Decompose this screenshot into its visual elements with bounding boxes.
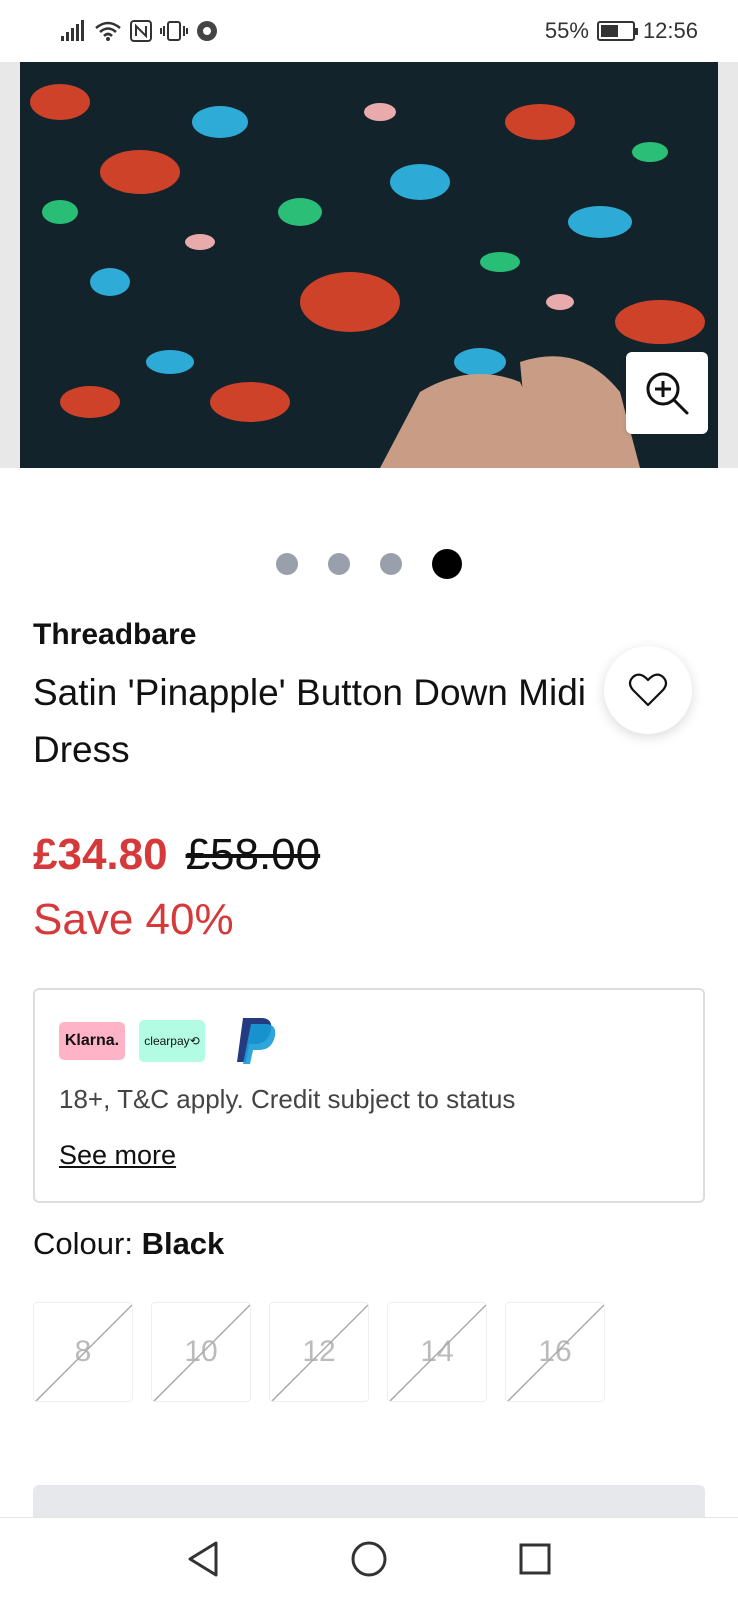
- paypal-icon: [233, 1016, 279, 1066]
- zoom-in-icon: [646, 372, 689, 415]
- status-right: 55% 12:56: [545, 18, 698, 44]
- size-option-unavailable[interactable]: 14: [387, 1302, 487, 1402]
- size-option-unavailable[interactable]: 10: [151, 1302, 251, 1402]
- klarna-logo: Klarna.: [59, 1022, 125, 1060]
- heart-icon: [628, 673, 668, 707]
- carousel-dot[interactable]: [328, 553, 350, 575]
- back-triangle-icon: [188, 1541, 218, 1576]
- wifi-icon: [95, 21, 121, 41]
- product-title: Satin 'Pinapple' Button Down Midi Dress: [33, 672, 586, 770]
- nfc-icon: [130, 20, 152, 42]
- wishlist-button[interactable]: [604, 646, 692, 734]
- payment-logos: Klarna. clearpay⟲: [59, 1016, 279, 1066]
- clearpay-logo: clearpay⟲: [139, 1020, 205, 1062]
- vibrate-icon: [160, 21, 188, 41]
- carousel-dot[interactable]: [380, 553, 402, 575]
- carousel-dots: [0, 549, 738, 579]
- save-percentage: Save 40%: [33, 895, 234, 944]
- original-price: £58.00: [185, 830, 321, 879]
- clock: 12:56: [642, 18, 698, 43]
- payment-terms: 18+, T&C apply. Credit subject to status: [59, 1084, 516, 1114]
- colour-selection: Colour: Black: [33, 1226, 224, 1262]
- size-options: 8 10 12 14 16: [33, 1302, 605, 1402]
- home-circle-icon: [351, 1541, 387, 1576]
- android-nav-bar: [0, 1517, 738, 1599]
- recents-button[interactable]: [510, 1534, 560, 1584]
- brand-name: Threadbare: [33, 618, 197, 651]
- colour-value: Black: [141, 1226, 225, 1261]
- recents-square-icon: [519, 1543, 551, 1574]
- status-bar: 55% 12:56: [0, 0, 738, 62]
- home-button[interactable]: [344, 1534, 394, 1584]
- signal-icon: [61, 20, 84, 41]
- size-option-unavailable[interactable]: 8: [33, 1302, 133, 1402]
- size-option-unavailable[interactable]: 16: [505, 1302, 605, 1402]
- product-image[interactable]: [0, 62, 738, 468]
- zoom-button[interactable]: [626, 352, 708, 434]
- payment-options-box: Klarna. clearpay⟲ 18+, T&C apply. Credit…: [33, 988, 705, 1203]
- see-more-link[interactable]: See more: [59, 1140, 176, 1171]
- colour-label: Colour:: [33, 1226, 133, 1261]
- chrome-icon: [197, 21, 217, 41]
- carousel-dot-active[interactable]: [432, 549, 462, 579]
- price-row: £34.80 £58.00: [33, 830, 320, 880]
- back-button[interactable]: [178, 1534, 228, 1584]
- sale-price: £34.80: [33, 830, 168, 879]
- carousel-dot[interactable]: [276, 553, 298, 575]
- size-option-unavailable[interactable]: 12: [269, 1302, 369, 1402]
- status-icons: [60, 20, 218, 42]
- battery-icon: [596, 21, 638, 41]
- battery-percent: 55%: [544, 18, 589, 43]
